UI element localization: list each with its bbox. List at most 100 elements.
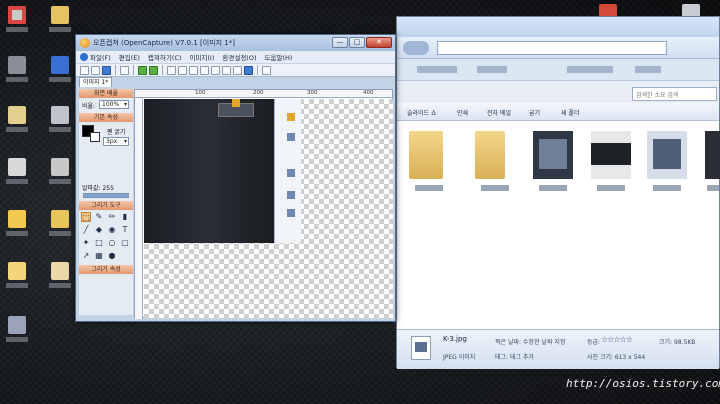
thickness-label: 펜 굵기 bbox=[107, 129, 126, 136]
search-input[interactable]: 검색한 소요 검색 bbox=[632, 87, 717, 101]
captured-image[interactable] bbox=[144, 99, 301, 243]
rating-stars[interactable]: ☆☆☆☆☆ bbox=[601, 335, 633, 344]
toolbar-new-folder[interactable]: 새 폴더 bbox=[561, 108, 579, 117]
rect-icon[interactable] bbox=[189, 65, 198, 75]
desktop-icon[interactable] bbox=[6, 158, 28, 188]
zoom-select[interactable]: 100% bbox=[99, 100, 129, 109]
menu-file[interactable]: 파일(F) bbox=[80, 52, 111, 62]
opacity-slider-fill bbox=[84, 194, 128, 197]
menu-help[interactable]: 도움말(H) bbox=[265, 52, 293, 62]
window-controls: — □ ✕ bbox=[332, 37, 392, 49]
detail-rating-label: 등급: bbox=[587, 339, 601, 346]
ellipse-tool-icon[interactable]: ○ bbox=[107, 238, 117, 248]
secondary-color-swatch[interactable] bbox=[90, 132, 100, 142]
thickness-select[interactable]: 3px bbox=[103, 137, 129, 146]
toolbar-print[interactable]: 인쇄 bbox=[457, 108, 468, 117]
round-rect-tool-icon[interactable]: ▢ bbox=[120, 238, 130, 248]
opacity-slider[interactable] bbox=[83, 193, 129, 198]
mosaic-tool-icon[interactable]: ▦ bbox=[94, 251, 104, 261]
stamp-tool-icon[interactable]: ● bbox=[107, 251, 117, 261]
captured-popup bbox=[218, 99, 254, 117]
explorer-address-area bbox=[397, 37, 719, 59]
text-tool-icon[interactable]: T bbox=[120, 225, 130, 235]
maximize-button[interactable]: □ bbox=[349, 37, 365, 48]
toolbar-slideshow[interactable]: 슬라이드 쇼 bbox=[407, 108, 437, 117]
desktop-icon[interactable] bbox=[49, 106, 71, 136]
brush-tool-icon[interactable]: ✦ bbox=[81, 238, 91, 248]
image-thumbnail[interactable] bbox=[533, 131, 573, 191]
address-bar[interactable] bbox=[437, 41, 667, 55]
image-thumbnail[interactable] bbox=[705, 131, 720, 191]
desktop-icon[interactable] bbox=[49, 56, 71, 86]
explorer-titlebar bbox=[397, 17, 719, 37]
menu-capture[interactable]: 캡쳐하기(C) bbox=[148, 52, 182, 62]
ruler-tick-label: 300 bbox=[307, 90, 318, 96]
canvas-area[interactable]: 100 200 300 400 bbox=[134, 89, 393, 319]
eraser-tool-icon[interactable]: ▮ bbox=[120, 212, 130, 222]
tab-image-1[interactable]: 이미지 1* bbox=[79, 77, 113, 87]
folder-thumbnail[interactable] bbox=[409, 131, 443, 191]
line-tool-icon[interactable]: ╱ bbox=[81, 225, 91, 235]
menu-bar: 파일(F) 편집(E) 캡쳐하기(C) 이미지(I) 환경설정(O) 도움말(H… bbox=[76, 51, 395, 63]
desktop-icon[interactable] bbox=[6, 106, 28, 136]
main-toolbar bbox=[76, 64, 395, 77]
vertical-ruler bbox=[135, 98, 143, 319]
resize-icon[interactable] bbox=[200, 65, 209, 75]
select-tool-icon[interactable]: ⬚ bbox=[81, 212, 91, 222]
minimize-button[interactable]: — bbox=[332, 37, 348, 48]
section-basic[interactable]: 기본 속성 bbox=[79, 113, 133, 122]
save-icon[interactable] bbox=[102, 65, 111, 75]
image-thumbnail[interactable] bbox=[647, 131, 687, 191]
print-icon[interactable] bbox=[120, 65, 129, 75]
detail-size: 크기: 98.5KB bbox=[659, 339, 696, 346]
desktop-icon[interactable] bbox=[6, 210, 28, 240]
toolbar-email[interactable]: 전자 메일 bbox=[487, 108, 511, 117]
section-zoom[interactable]: 화면 배율 bbox=[79, 89, 133, 98]
detail-date: 찍은 날짜: 수정한 날짜 지정 bbox=[495, 339, 566, 346]
capture-titlebar[interactable]: 오픈캡쳐 (OpenCapture) V7.0.1 [이미지 1*] — □ ✕ bbox=[76, 35, 395, 51]
section-draw-props[interactable]: 그리기 속성 bbox=[79, 265, 133, 274]
menu-image[interactable]: 이미지(I) bbox=[189, 52, 214, 62]
menu-settings[interactable]: 환경설정(O) bbox=[222, 52, 256, 62]
zoom-icon[interactable] bbox=[222, 65, 231, 75]
image-icon[interactable] bbox=[244, 65, 253, 75]
tool-sidebar: 화면 배율 비율: 100% 기본 속성 펜 굵기 3px 알파값: 255 그… bbox=[79, 89, 133, 315]
folder-thumbnail[interactable] bbox=[475, 131, 509, 191]
section-draw-tools[interactable]: 그리기 도구 bbox=[79, 201, 133, 210]
detail-tags[interactable]: 태그: 태그 추가 bbox=[495, 352, 534, 361]
desktop-icon[interactable] bbox=[6, 316, 28, 346]
ruler-tick-label: 400 bbox=[363, 90, 374, 96]
desktop-icon[interactable] bbox=[6, 6, 28, 36]
rotate-icon[interactable] bbox=[211, 65, 220, 75]
desktop-icon[interactable] bbox=[49, 6, 71, 36]
select-icon[interactable] bbox=[167, 65, 176, 75]
arrow-tool-icon[interactable]: ↗ bbox=[81, 251, 91, 261]
close-button[interactable]: ✕ bbox=[366, 37, 392, 48]
pen-icon[interactable] bbox=[262, 65, 271, 75]
app-logo-icon bbox=[80, 38, 90, 48]
toolbar-burn[interactable]: 굽기 bbox=[529, 108, 540, 117]
fill-tool-icon[interactable]: ◆ bbox=[94, 225, 104, 235]
open-icon[interactable] bbox=[91, 65, 100, 75]
watermark-url: http://osios.tistory.com bbox=[566, 377, 720, 390]
new-icon[interactable] bbox=[80, 65, 89, 75]
capture-window-icon[interactable] bbox=[149, 65, 158, 75]
captured-side-panel bbox=[274, 99, 301, 243]
details-pane: K-3.jpg JPEG 이미지 찍은 날짜: 수정한 날짜 지정 태그: 태그… bbox=[397, 329, 719, 369]
desktop-icon[interactable] bbox=[49, 262, 71, 292]
desktop-icon[interactable] bbox=[49, 158, 71, 188]
pen-tool-icon[interactable]: ✎ bbox=[94, 212, 104, 222]
desktop-icon[interactable] bbox=[49, 210, 71, 240]
pencil-tool-icon[interactable]: ✏ bbox=[107, 212, 117, 222]
grid-icon[interactable] bbox=[233, 65, 242, 75]
crop-icon[interactable] bbox=[178, 65, 187, 75]
picker-tool-icon[interactable]: ◉ bbox=[107, 225, 117, 235]
app-orb-icon bbox=[80, 53, 88, 61]
desktop-icon[interactable] bbox=[6, 56, 28, 86]
capture-icon[interactable] bbox=[138, 65, 147, 75]
desktop-icon[interactable] bbox=[6, 262, 28, 292]
rectangle-tool-icon[interactable]: □ bbox=[94, 238, 104, 248]
image-thumbnail[interactable] bbox=[591, 131, 631, 191]
menu-edit[interactable]: 편집(E) bbox=[119, 52, 140, 62]
back-forward-buttons[interactable] bbox=[403, 41, 429, 55]
